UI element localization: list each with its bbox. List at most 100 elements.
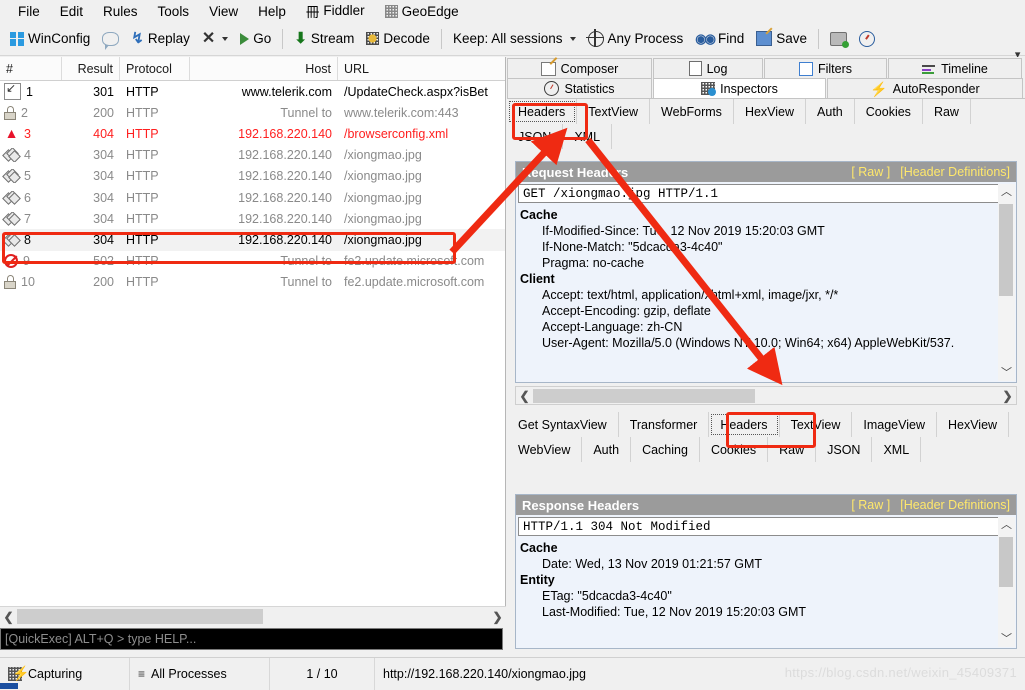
column-header-host[interactable]: Host xyxy=(190,57,338,80)
tab-filters[interactable]: Filters xyxy=(764,58,887,78)
response-tab-headers[interactable]: Headers xyxy=(709,412,780,437)
table-row[interactable]: 5 304 HTTP 192.168.220.140/xiongmao.jpg xyxy=(0,166,505,187)
table-row[interactable]: 9 502 HTTP Tunnel to fe2.update.microsoft.co… xyxy=(0,251,505,272)
column-header-result[interactable]: Result xyxy=(62,57,120,80)
request-raw-link[interactable]: [ Raw ] xyxy=(851,165,890,179)
table-row[interactable]: 1 301 HTTP www.telerik.com/UpdateCheck.aspx… xyxy=(0,81,505,102)
response-tab-textview[interactable]: TextView xyxy=(780,412,853,437)
scroll-right-icon[interactable]: ❯ xyxy=(489,610,506,624)
find-button[interactable]: ◉◉ Find xyxy=(689,27,750,51)
tab-statistics[interactable]: Statistics xyxy=(507,78,652,98)
response-tab-webview[interactable]: WebView xyxy=(507,437,583,462)
response-headers-body[interactable]: Cache Date: Wed, 13 Nov 2019 01:21:57 GMT… xyxy=(516,538,1016,620)
process-filter[interactable]: ≡ All Processes xyxy=(130,657,270,690)
response-headers-vscrollbar[interactable]: ︿ ﹀ xyxy=(998,517,1015,647)
column-header-protocol[interactable]: Protocol xyxy=(120,57,190,80)
request-tab-webforms[interactable]: WebForms xyxy=(650,99,734,124)
request-tab-headers[interactable]: Headers xyxy=(507,99,578,124)
save-button[interactable]: Save xyxy=(750,27,813,50)
response-tab-json[interactable]: JSON xyxy=(816,437,873,462)
request-tab-raw[interactable]: Raw xyxy=(923,99,971,124)
scroll-left-icon[interactable]: ❮ xyxy=(516,389,533,403)
request-tab-json[interactable]: JSON xyxy=(507,124,564,149)
menu-item-file[interactable]: File xyxy=(8,2,50,21)
response-tab-hexview[interactable]: HexView xyxy=(937,412,1010,437)
tab-timeline[interactable]: Timeline xyxy=(888,58,1022,78)
scroll-left-icon[interactable]: ❮ xyxy=(0,610,17,624)
column-header-url[interactable]: URL xyxy=(338,57,505,80)
hscroll-track[interactable] xyxy=(17,609,489,624)
table-row[interactable]: 10 200 HTTP Tunnel to fe2.update.microsoft.c… xyxy=(0,272,505,293)
scroll-up-icon[interactable]: ︿ xyxy=(998,184,1015,200)
quickexec-input[interactable]: [QuickExec] ALT+Q > type HELP... xyxy=(0,628,503,650)
hscroll-track[interactable] xyxy=(533,388,999,403)
request-tab-auth[interactable]: Auth xyxy=(806,99,855,124)
scroll-down-icon[interactable]: ﹀ xyxy=(998,365,1015,381)
request-tab-cookies[interactable]: Cookies xyxy=(855,99,923,124)
menu-item-help[interactable]: Help xyxy=(248,2,296,21)
scroll-up-icon[interactable]: ︿ xyxy=(998,517,1015,533)
response-raw-link[interactable]: [ Raw ] xyxy=(851,498,890,512)
sessions-hscrollbar[interactable]: ❮ ❯ xyxy=(0,606,506,626)
scroll-down-icon[interactable]: ﹀ xyxy=(998,631,1015,647)
winconfig-button[interactable]: WinConfig xyxy=(4,27,96,50)
menu-item-tools[interactable]: Tools xyxy=(148,2,200,21)
statistics-icon xyxy=(544,81,560,96)
request-header-definitions-link[interactable]: [Header Definitions] xyxy=(900,165,1010,179)
response-header-definitions-link[interactable]: [Header Definitions] xyxy=(900,498,1010,512)
table-row[interactable]: 2 200 HTTP Tunnel to www.telerik.com:443 xyxy=(0,102,505,123)
menu-item-view[interactable]: View xyxy=(199,2,248,21)
request-tab-textview[interactable]: TextView xyxy=(577,99,651,124)
hscroll-thumb[interactable] xyxy=(17,609,263,624)
request-hscrollbar[interactable]: ❮ ❯ xyxy=(515,386,1017,405)
response-tab-raw[interactable]: Raw xyxy=(768,437,817,462)
clear-button[interactable]: ✕ xyxy=(196,27,234,51)
cell-result: 301 xyxy=(93,84,114,99)
vscroll-thumb[interactable] xyxy=(999,204,1013,296)
replay-button[interactable]: ↯ Replay xyxy=(125,27,196,50)
table-row[interactable]: 6 304 HTTP 192.168.220.140/xiongmao.jpg xyxy=(0,187,505,208)
menu-item-geoedge[interactable]: GeoEdge xyxy=(375,2,469,21)
request-tab-hexview[interactable]: HexView xyxy=(734,99,807,124)
tab-composer[interactable]: Composer xyxy=(507,58,652,78)
request-headers-vscrollbar[interactable]: ︿ ﹀ xyxy=(998,184,1015,381)
table-row[interactable]: 4 304 HTTP 192.168.220.140/xiongmao.jpg xyxy=(0,145,505,166)
response-tab-auth[interactable]: Auth xyxy=(582,437,632,462)
scroll-right-icon[interactable]: ❯ xyxy=(999,389,1016,403)
capturing-status[interactable]: Capturing xyxy=(0,657,130,690)
table-row[interactable]: 7 304 HTTP 192.168.220.140/xiongmao.jpg xyxy=(0,208,505,229)
response-tab-get-syntaxview[interactable]: Get SyntaxView xyxy=(507,412,619,437)
response-tab-transformer[interactable]: Transformer xyxy=(619,412,710,437)
comment-button[interactable] xyxy=(96,28,125,50)
menu-item-fiddler[interactable]: 冊 Fiddler xyxy=(296,0,375,23)
vscroll-thumb[interactable] xyxy=(999,537,1013,587)
sessions-grid[interactable]: # Result Protocol Host URL 1 301 HTTP www.t… xyxy=(0,57,506,606)
response-tab-xml[interactable]: XML xyxy=(872,437,922,462)
replay-icon: ↯ xyxy=(131,30,144,47)
table-row[interactable]: ▲ 3 404 HTTP 192.168.220.140/browserconfig.x… xyxy=(0,123,505,144)
response-tab-caching[interactable]: Caching xyxy=(631,437,700,462)
tab-autoresponder[interactable]: ⚡ AutoResponder xyxy=(827,78,1023,98)
response-tab-imageview[interactable]: ImageView xyxy=(852,412,937,437)
stream-button[interactable]: ⬇ Stream xyxy=(288,27,360,50)
any-process-button[interactable]: Any Process xyxy=(582,27,690,51)
decode-button[interactable]: Decode xyxy=(360,27,436,50)
column-header-number[interactable]: # xyxy=(0,57,62,80)
cache-icon xyxy=(2,190,21,205)
blocked-icon xyxy=(4,254,18,269)
menu-item-edit[interactable]: Edit xyxy=(50,2,93,21)
table-row[interactable]: 8 304 HTTP 192.168.220.140/xiongmao.jpg xyxy=(0,229,505,251)
tab-inspectors[interactable]: Inspectors xyxy=(653,78,826,98)
request-headers-body[interactable]: Cache If-Modified-Since: Tue, 12 Nov 2019… xyxy=(516,205,1016,351)
request-tab-xml[interactable]: XML xyxy=(563,124,613,149)
menu-item-rules[interactable]: Rules xyxy=(93,2,148,21)
timer-button[interactable] xyxy=(853,27,881,51)
response-tab-cookies[interactable]: Cookies xyxy=(700,437,769,462)
windows-icon xyxy=(10,31,24,46)
tab-log[interactable]: Log xyxy=(653,58,763,78)
keep-sessions-dropdown[interactable]: Keep: All sessions xyxy=(447,27,582,50)
hscroll-thumb[interactable] xyxy=(533,388,755,403)
go-button[interactable]: Go xyxy=(234,27,277,50)
request-inspector-tabs: Headers TextView WebForms HexView Auth Cookie… xyxy=(507,98,1025,149)
screenshot-button[interactable] xyxy=(824,28,853,50)
